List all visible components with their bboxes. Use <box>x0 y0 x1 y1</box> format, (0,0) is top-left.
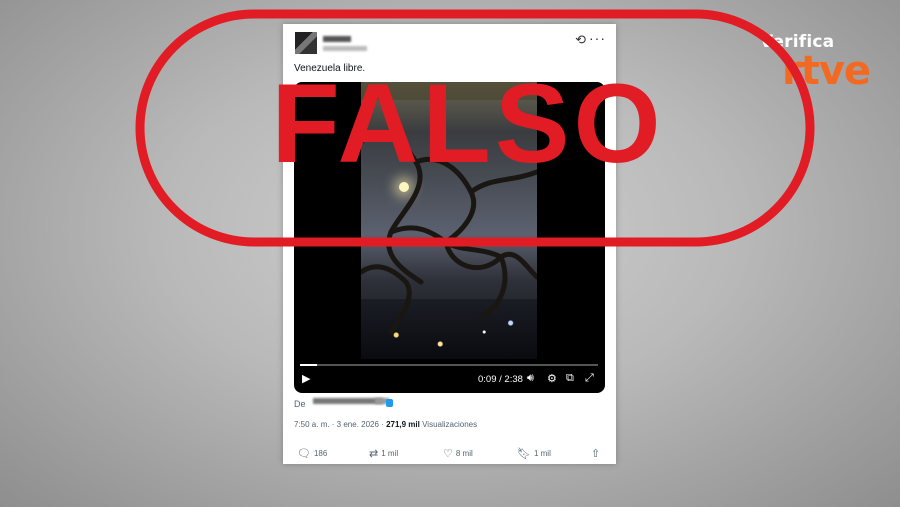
blurred-username <box>323 36 351 42</box>
play-icon[interactable]: ▶ <box>302 372 310 385</box>
brand-rtve: rtve <box>782 48 871 94</box>
avatar[interactable] <box>295 32 317 54</box>
views-label: Visualizaciones <box>419 420 478 429</box>
video-time: 0:09 / 2:38 <box>478 374 523 385</box>
more-icon[interactable]: ··· <box>589 30 606 46</box>
reply-count: 186 <box>313 449 328 458</box>
share-button[interactable]: ⇧ <box>591 447 600 460</box>
verified-badge-icon <box>386 399 393 407</box>
share-icon: ⇧ <box>591 448 601 460</box>
post-card: ⟲ ··· Venezuela libre. ▶ 0:09 / 2:38 🔊︎ … <box>283 24 616 464</box>
action-bar: 🗨︎ 186 ⇄ 1 mil ♡ 8 mil 🔖︎ 1 mil ⇧ <box>295 447 603 461</box>
repost-button[interactable]: ⇄ 1 mil <box>369 447 398 460</box>
post-text: Venezuela libre. <box>294 63 366 74</box>
like-count: 8 mil <box>455 449 473 458</box>
bookmark-button[interactable]: 🔖︎ 1 mil <box>517 447 551 460</box>
video-progress-fill <box>300 364 317 366</box>
gear-icon[interactable]: ⚙ <box>547 372 557 385</box>
repost-icon: ⇄ <box>369 448 379 460</box>
grok-icon[interactable]: ⟲ <box>575 32 586 48</box>
pip-icon[interactable]: ⧉ <box>566 372 574 385</box>
post-header: ⟲ ··· <box>295 30 606 56</box>
repost-count: 1 mil <box>381 449 399 458</box>
bookmark-count: 1 mil <box>533 449 551 458</box>
reply-button[interactable]: 🗨︎ 186 <box>297 447 327 460</box>
blurred-source <box>313 398 383 404</box>
expand-icon[interactable]: ⤢ <box>585 372 594 385</box>
bookmark-icon: 🔖︎ <box>517 448 531 460</box>
views-count: 271,9 mil <box>386 420 420 429</box>
video-frame <box>361 82 537 359</box>
volume-icon[interactable]: 🔊︎ <box>527 372 534 385</box>
fence-silhouette <box>361 82 537 335</box>
video-progress-bar[interactable] <box>300 364 598 366</box>
video-player[interactable]: ▶ 0:09 / 2:38 🔊︎ ⚙ ⧉ ⤢ <box>294 82 605 393</box>
blurred-handle <box>323 46 367 51</box>
post-timestamp: 7:50 a. m. · 3 ene. 2026 · <box>294 420 387 429</box>
reply-icon: 🗨︎ <box>297 448 311 460</box>
from-label: De <box>294 399 306 409</box>
like-icon: ♡ <box>443 448 453 460</box>
post-meta: 7:50 a. m. · 3 ene. 2026 · 271,9 mil Vis… <box>294 420 477 429</box>
like-button[interactable]: ♡ 8 mil <box>443 447 473 460</box>
verifica-rtve-logo: Verifica rtve <box>760 32 880 94</box>
